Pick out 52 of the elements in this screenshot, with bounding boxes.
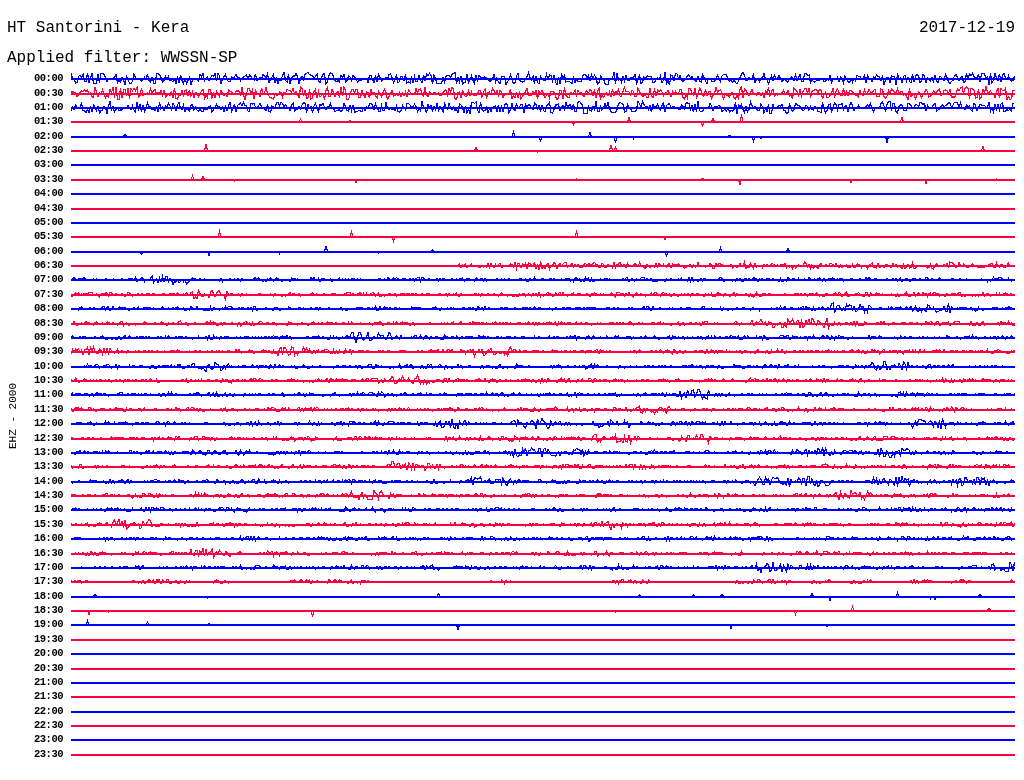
time-label: 14:00 bbox=[33, 474, 64, 487]
time-label: 00:00 bbox=[33, 72, 64, 85]
time-label: 11:00 bbox=[33, 388, 64, 401]
time-label: 04:30 bbox=[33, 201, 64, 214]
time-label: 12:00 bbox=[33, 417, 64, 430]
time-label: 10:30 bbox=[33, 374, 64, 387]
time-label: 18:30 bbox=[33, 604, 64, 617]
time-label: 22:30 bbox=[33, 719, 64, 732]
time-label: 14:30 bbox=[33, 489, 64, 502]
time-label: 17:30 bbox=[33, 575, 64, 588]
time-label: 00:30 bbox=[33, 86, 64, 99]
time-label: 05:00 bbox=[33, 215, 64, 228]
time-label: 02:30 bbox=[33, 144, 64, 157]
time-label: 12:30 bbox=[33, 431, 64, 444]
time-label: 08:00 bbox=[33, 302, 64, 315]
channel-axis-label: EHZ - 2000 bbox=[7, 383, 19, 449]
time-label: 15:30 bbox=[33, 517, 64, 530]
date-label: 2017-12-19 bbox=[919, 18, 1015, 38]
time-label: 06:30 bbox=[33, 259, 64, 272]
time-label: 13:00 bbox=[33, 445, 64, 458]
time-label: 03:30 bbox=[33, 172, 64, 185]
time-label: 06:00 bbox=[33, 244, 64, 257]
time-label: 23:30 bbox=[33, 747, 64, 760]
time-label: 21:00 bbox=[33, 675, 64, 688]
time-label: 03:00 bbox=[33, 158, 64, 171]
time-label: 19:00 bbox=[33, 618, 64, 631]
time-label: 19:30 bbox=[33, 632, 64, 645]
time-label: 09:30 bbox=[33, 345, 64, 358]
time-label: 09:00 bbox=[33, 330, 64, 343]
time-label: 11:30 bbox=[33, 402, 64, 415]
time-label: 18:00 bbox=[33, 589, 64, 602]
time-label: 20:30 bbox=[33, 661, 64, 674]
filter-label: Applied filter: WWSSN-SP bbox=[7, 48, 239, 68]
time-label: 13:30 bbox=[33, 460, 64, 473]
time-label: 07:00 bbox=[33, 273, 64, 286]
time-label: 04:00 bbox=[33, 187, 64, 200]
time-label: 08:30 bbox=[33, 316, 64, 329]
time-label: 07:30 bbox=[33, 287, 64, 300]
time-label: 16:00 bbox=[33, 532, 64, 545]
time-label: 17:00 bbox=[33, 560, 64, 573]
time-label: 01:30 bbox=[33, 115, 64, 128]
time-label: 02:00 bbox=[33, 129, 64, 142]
time-label: 10:00 bbox=[33, 359, 64, 372]
time-label: 15:00 bbox=[33, 503, 64, 516]
time-label: 05:30 bbox=[33, 230, 64, 243]
time-label: 16:30 bbox=[33, 546, 64, 559]
time-label: 23:00 bbox=[33, 733, 64, 746]
station-title: HT Santorini - Kera bbox=[7, 18, 190, 38]
time-label: 01:00 bbox=[33, 100, 64, 113]
time-label: 21:30 bbox=[33, 690, 64, 703]
time-label: 20:00 bbox=[33, 647, 64, 660]
time-label: 22:00 bbox=[33, 704, 64, 717]
